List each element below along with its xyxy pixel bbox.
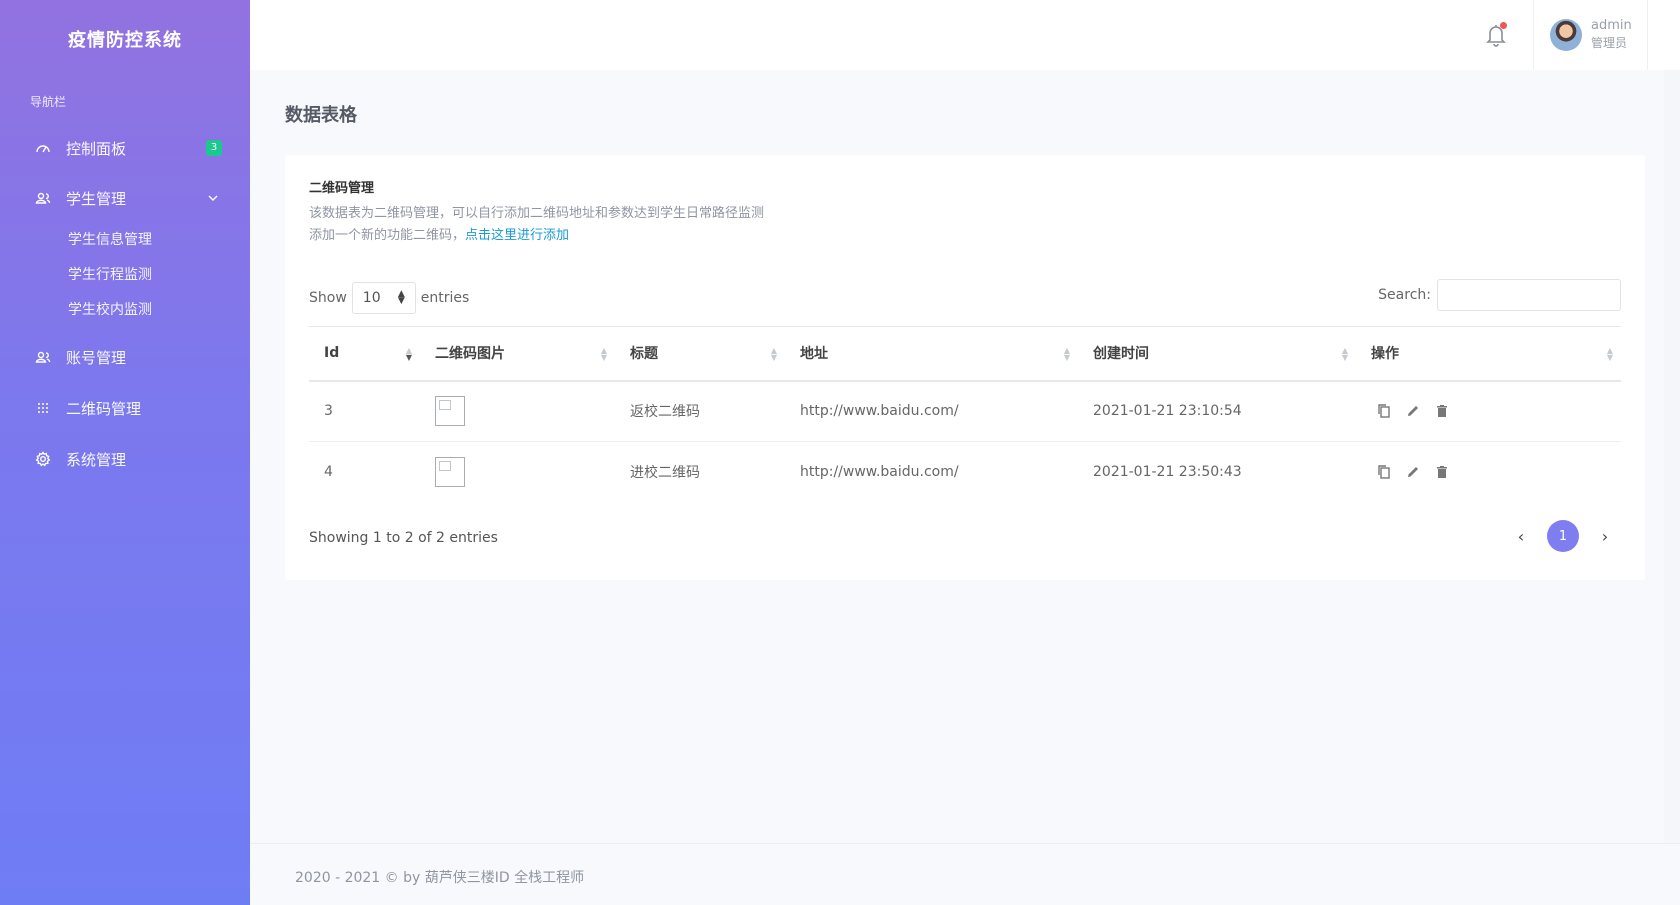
brand-title: 疫情防控系统 xyxy=(68,30,182,51)
page-size-value: 10 xyxy=(362,290,381,306)
user-menu[interactable]: admin 管理员 xyxy=(1533,0,1648,70)
page-title: 数据表格 xyxy=(285,105,357,126)
user-group-icon xyxy=(32,346,54,368)
trash-icon[interactable] xyxy=(1433,402,1451,420)
add-qrcode-link[interactable]: 点击这里进行添加 xyxy=(465,228,569,243)
table-info: Showing 1 to 2 of 2 entries xyxy=(309,530,498,546)
sort-icon: ▲ ▼ xyxy=(1341,346,1348,362)
cell-image xyxy=(420,442,615,503)
cell-created: 2021-01-21 23:10:54 xyxy=(1078,380,1356,442)
sort-icon: ▲ ▼ xyxy=(1063,346,1070,362)
nav-caption: 导航栏 xyxy=(30,95,67,109)
column-header-image[interactable]: 二维码图片 ▲ ▼ xyxy=(420,326,615,382)
column-label: 地址 xyxy=(800,346,828,363)
page-size-select[interactable]: 10 ▲ ▼ xyxy=(351,282,416,314)
add-hint-text: 添加一个新的功能二维码， xyxy=(309,228,466,243)
qrcode-table: Id ▲ ▼ 二维码图片 ▲ ▼ 标题 ▲ ▼ 地址 ▲ ▼ 创建时间 ▲ ▼ 操作 ▲ ▼ 3 返校二… xyxy=(309,326,1621,503)
copy-icon[interactable] xyxy=(1375,402,1393,420)
users-icon xyxy=(32,187,54,209)
cell-actions xyxy=(1356,380,1621,442)
show-label: Show xyxy=(309,290,347,306)
table-row: 4 进校二维码 http://www.baidu.com/ 2021-01-21… xyxy=(309,442,1621,503)
sort-icon: ▲ ▼ xyxy=(600,346,607,362)
cell-created: 2021-01-21 23:50:43 xyxy=(1093,464,1242,481)
sort-icon: ▲ ▼ xyxy=(405,346,412,362)
copy-icon[interactable] xyxy=(1375,463,1393,481)
avatar xyxy=(1550,19,1582,51)
broken-image-icon xyxy=(435,457,465,488)
cell-actions xyxy=(1356,442,1621,503)
sidebar-item-system[interactable]: 系统管理 xyxy=(32,444,222,474)
sidebar-item-label: 系统管理 xyxy=(66,450,127,469)
cell-id: 3 xyxy=(309,380,420,442)
page-length-control: Show 10 ▲ ▼ entries xyxy=(309,282,469,314)
pagination: ‹ 1 › xyxy=(1495,520,1621,552)
sort-icon: ▲ ▼ xyxy=(1606,346,1613,362)
gauge-icon xyxy=(32,137,54,159)
pagination-page-button[interactable]: 1 xyxy=(1547,520,1579,552)
edit-icon[interactable] xyxy=(1404,402,1422,420)
column-label: 标题 xyxy=(630,346,658,363)
chevron-down-icon xyxy=(206,191,220,205)
sidebar-subitem-student-campus[interactable]: 学生校内监测 xyxy=(68,299,152,319)
card-description: 该数据表为二维码管理，可以自行添加二维码地址和参数达到学生日常路径监测 xyxy=(309,206,765,221)
broken-image-icon xyxy=(435,396,465,427)
footer-text: 2020 - 2021 © by 葫芦侠三楼ID 全栈工程师 xyxy=(295,870,585,886)
sidebar-subitem-student-info[interactable]: 学生信息管理 xyxy=(68,229,152,249)
sidebar-item-qrcode[interactable]: 二维码管理 xyxy=(32,393,222,423)
notification-dot xyxy=(1500,22,1507,29)
sort-icon: ▲ ▼ xyxy=(770,346,777,362)
sidebar-item-dashboard[interactable]: 控制面板 3 xyxy=(32,133,222,163)
card-title: 二维码管理 xyxy=(309,181,375,196)
column-label: Id xyxy=(324,345,340,362)
column-header-url[interactable]: 地址 ▲ ▼ xyxy=(785,326,1078,382)
cell-title: 返校二维码 xyxy=(615,380,785,442)
sidebar-subitem-student-trip[interactable]: 学生行程监测 xyxy=(68,264,152,284)
table-row: 3 返校二维码 http://www.baidu.com/ 2021-01-21… xyxy=(309,380,1621,442)
cell-title: 进校二维码 xyxy=(630,465,700,482)
search-input[interactable] xyxy=(1437,279,1621,311)
cell-url: http://www.baidu.com/ xyxy=(800,464,959,481)
gear-icon xyxy=(32,448,54,470)
column-header-id[interactable]: Id ▲ ▼ xyxy=(309,326,420,382)
user-role: 管理员 xyxy=(1591,36,1628,50)
column-label: 操作 xyxy=(1371,346,1399,363)
select-arrows-icon: ▲ ▼ xyxy=(397,289,405,306)
trash-icon[interactable] xyxy=(1433,463,1451,481)
search-control: Search: xyxy=(1378,279,1621,311)
user-name: admin xyxy=(1591,18,1632,33)
scrollbar-track[interactable] xyxy=(1664,70,1680,843)
cell-id: 4 xyxy=(324,464,333,481)
column-header-created[interactable]: 创建时间 ▲ ▼ xyxy=(1078,326,1356,382)
table-header-row: Id ▲ ▼ 二维码图片 ▲ ▼ 标题 ▲ ▼ 地址 ▲ ▼ 创建时间 ▲ ▼ 操作 ▲ ▼ xyxy=(309,326,1621,382)
entries-label: entries xyxy=(420,290,470,306)
column-label: 创建时间 xyxy=(1093,346,1149,363)
pagination-next-button[interactable]: › xyxy=(1589,520,1621,552)
footer: 2020 - 2021 © by 葫芦侠三楼ID 全栈工程师 xyxy=(250,843,1680,905)
data-table-card: 二维码管理 该数据表为二维码管理，可以自行添加二维码地址和参数达到学生日常路径监… xyxy=(285,155,1645,580)
search-label: Search: xyxy=(1378,287,1431,303)
grid-dots-icon xyxy=(32,397,54,419)
cell-image xyxy=(420,380,615,442)
column-header-actions[interactable]: 操作 ▲ ▼ xyxy=(1356,326,1621,382)
sidebar-item-label: 账号管理 xyxy=(66,348,127,367)
card-add-hint: 添加一个新的功能二维码，点击这里进行添加 xyxy=(309,224,569,243)
pagination-prev-button[interactable]: ‹ xyxy=(1505,520,1537,552)
sidebar: 疫情防控系统 导航栏 控制面板 3 学生管理 学生信息管理 学生行程监测 学生校… xyxy=(0,0,250,905)
sidebar-item-students[interactable]: 学生管理 xyxy=(32,183,222,213)
column-label: 二维码图片 xyxy=(435,346,505,363)
count-badge: 3 xyxy=(206,140,222,156)
cell-url: http://www.baidu.com/ xyxy=(785,380,1078,442)
sidebar-item-label: 学生管理 xyxy=(66,189,127,208)
sidebar-item-label: 二维码管理 xyxy=(66,399,142,418)
topbar xyxy=(250,0,1680,70)
edit-icon[interactable] xyxy=(1404,463,1422,481)
notification-bell-icon[interactable] xyxy=(1484,22,1510,50)
sidebar-item-label: 控制面板 xyxy=(66,139,127,158)
sidebar-item-accounts[interactable]: 账号管理 xyxy=(32,342,222,372)
column-header-title[interactable]: 标题 ▲ ▼ xyxy=(615,326,785,382)
